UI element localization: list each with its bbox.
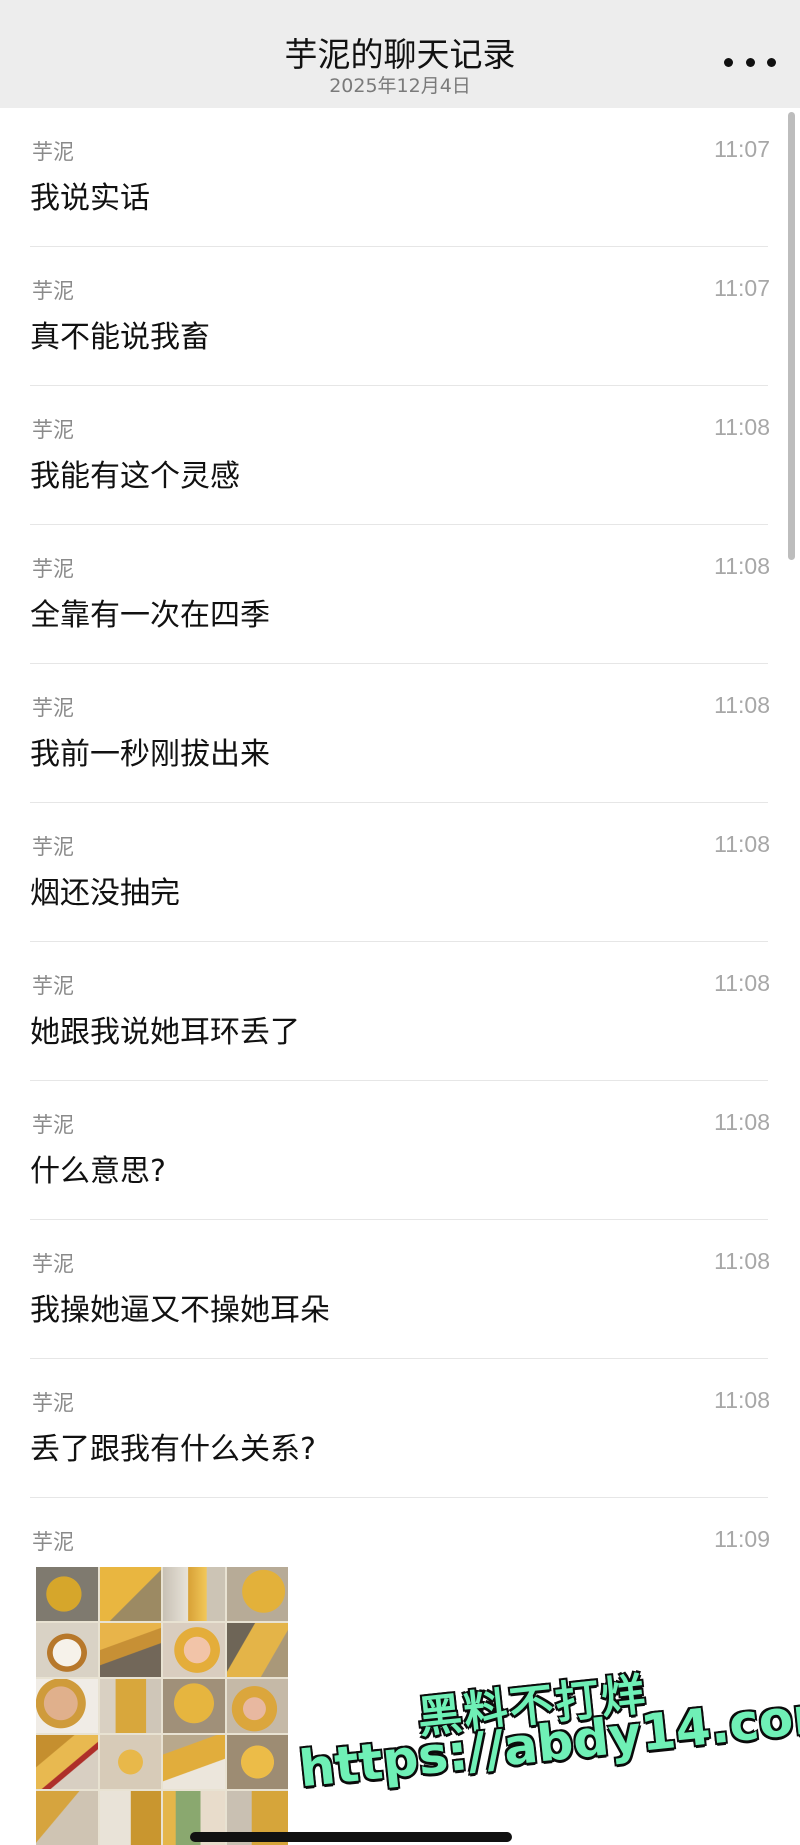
message-sender: 芋泥: [32, 418, 74, 442]
message-text: 丢了跟我有什么关系?: [30, 1432, 316, 1467]
message-sender: 芋泥: [32, 557, 74, 581]
message-item[interactable]: 芋泥 11:08 我能有这个灵感: [30, 386, 770, 525]
message-sender: 芋泥: [32, 1391, 74, 1415]
message-text: 全靠有一次在四季: [30, 598, 270, 633]
photo-thumbnail: [226, 1735, 288, 1789]
photo-thumbnail: [99, 1679, 161, 1733]
dot: [767, 57, 776, 67]
message-time: 11:08: [714, 692, 770, 718]
message-text: 我能有这个灵感: [30, 459, 240, 494]
message-time: 11:07: [714, 136, 770, 162]
page-title: 芋泥的聊天记录: [284, 35, 516, 74]
photo-thumbnail: [99, 1567, 161, 1621]
photo-thumbnail: [99, 1791, 161, 1845]
photo-thumbnail: [163, 1735, 225, 1789]
message-item[interactable]: 芋泥 11:08 我操她逼又不操她耳朵: [30, 1220, 770, 1359]
scrollbar[interactable]: [788, 112, 795, 560]
message-sender: 芋泥: [32, 1252, 74, 1276]
photo-thumbnail: [99, 1623, 161, 1677]
message-time: 11:08: [714, 414, 770, 440]
message-sender: 芋泥: [32, 696, 74, 720]
message-sender: 芋泥: [32, 279, 74, 303]
message-sender: 芋泥: [32, 974, 74, 998]
message-text: 我操她逼又不操她耳朵: [30, 1293, 330, 1328]
message-time: 11:08: [714, 970, 770, 996]
photo-thumbnail: [226, 1623, 288, 1677]
message-sender: 芋泥: [32, 140, 74, 164]
photo-thumbnail: [36, 1567, 98, 1621]
message-time: 11:08: [714, 553, 770, 579]
message-text: 真不能说我畜: [30, 320, 210, 355]
dot: [724, 57, 733, 67]
message-item[interactable]: 芋泥 11:08 全靠有一次在四季: [30, 525, 770, 664]
message-time: 11:09: [714, 1526, 770, 1552]
message-time: 11:08: [714, 1248, 770, 1274]
chat-history-page: 芋泥的聊天记录 2025年12月4日 芋泥 11:07 我说实话 芋泥 11:0…: [0, 0, 800, 1845]
photo-thumbnail: [36, 1679, 98, 1733]
message-item[interactable]: 芋泥 11:08 我前一秒刚拔出来: [30, 664, 770, 803]
message-sender: 芋泥: [32, 1113, 74, 1137]
message-item[interactable]: 芋泥 11:08 什么意思?: [30, 1081, 770, 1220]
message-text: 我前一秒刚拔出来: [30, 737, 270, 772]
message-item[interactable]: 芋泥 11:08 丢了跟我有什么关系?: [30, 1359, 770, 1498]
photo-thumbnail: [36, 1791, 98, 1845]
message-item[interactable]: 芋泥 11:07 我说实话: [30, 108, 770, 247]
photo-thumbnail: [99, 1735, 161, 1789]
message-text: 我说实话: [30, 181, 150, 216]
message-item[interactable]: 芋泥 11:07 真不能说我畜: [30, 247, 770, 386]
message-sender: 芋泥: [32, 1530, 74, 1554]
image-collage[interactable]: [36, 1567, 288, 1845]
message-time: 11:08: [714, 1387, 770, 1413]
photo-thumbnail: [36, 1735, 98, 1789]
page-date: 2025年12月4日: [329, 75, 471, 97]
photo-thumbnail: [226, 1567, 288, 1621]
message-text: 烟还没抽完: [30, 876, 180, 911]
message-time: 11:07: [714, 275, 770, 301]
photo-thumbnail: [36, 1623, 98, 1677]
message-text: 她跟我说她耳环丢了: [30, 1015, 300, 1050]
photo-thumbnail: [163, 1679, 225, 1733]
message-time: 11:08: [714, 831, 770, 857]
message-sender: 芋泥: [32, 835, 74, 859]
message-text: 什么意思?: [30, 1154, 166, 1189]
message-item[interactable]: 芋泥 11:08 烟还没抽完: [30, 803, 770, 942]
message-time: 11:08: [714, 1109, 770, 1135]
dot: [745, 57, 755, 67]
photo-thumbnail: [163, 1567, 225, 1621]
photo-thumbnail: [163, 1623, 225, 1677]
message-item[interactable]: 芋泥 11:08 她跟我说她耳环丢了: [30, 942, 770, 1081]
header-bar: 芋泥的聊天记录 2025年12月4日: [0, 0, 800, 108]
more-dots-icon[interactable]: [724, 44, 776, 80]
home-indicator[interactable]: [190, 1832, 512, 1842]
photo-thumbnail: [226, 1679, 288, 1733]
